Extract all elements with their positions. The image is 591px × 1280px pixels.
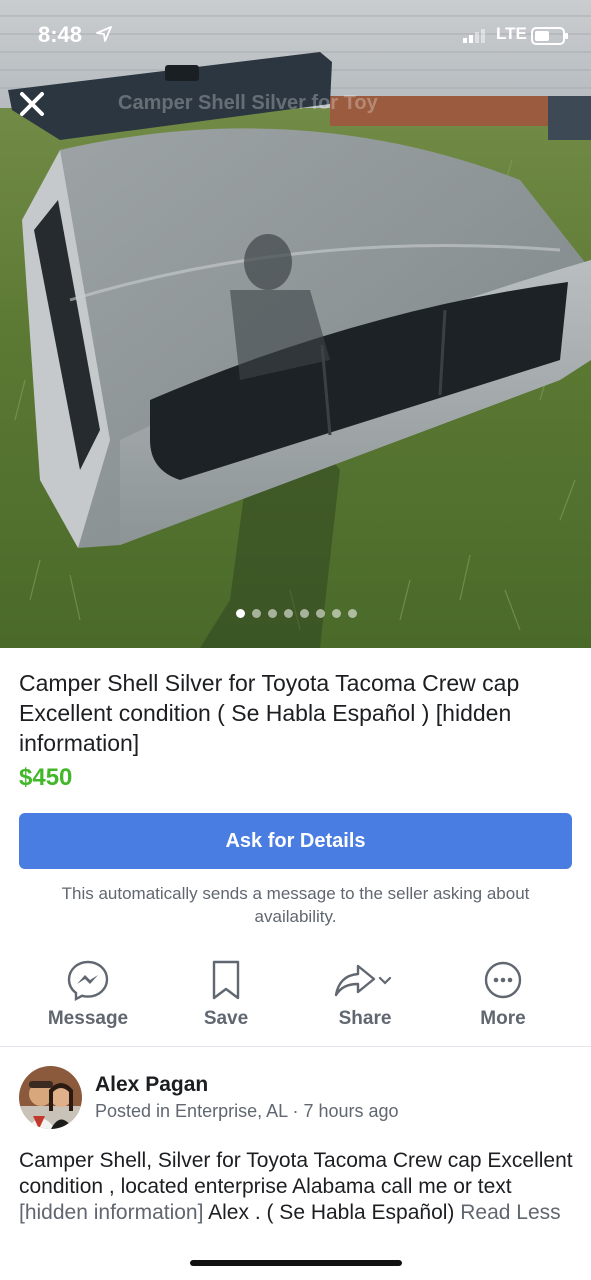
- hidden-information: [hidden information]: [19, 1201, 204, 1224]
- auto-message-note: This automatically sends a message to th…: [61, 884, 530, 926]
- save-label: Save: [203, 1008, 249, 1029]
- share-arrow-icon: [334, 964, 392, 997]
- share-label: Share: [338, 1008, 392, 1029]
- action-row: Message Save Share More: [0, 958, 591, 1038]
- bookmark-icon: [212, 960, 240, 1000]
- carousel-dot[interactable]: [300, 609, 309, 618]
- location-arrow-icon: [96, 26, 112, 42]
- messenger-icon: [67, 960, 109, 1001]
- carousel-dots[interactable]: [236, 609, 357, 618]
- carousel-dot[interactable]: [348, 609, 357, 618]
- share-button[interactable]: Share: [305, 958, 425, 1038]
- carousel-dot[interactable]: [236, 609, 245, 618]
- listing-price: $450: [19, 764, 73, 791]
- seller-name[interactable]: Alex Pagan: [95, 1073, 208, 1097]
- carousel-dot[interactable]: [332, 609, 341, 618]
- carousel-dot[interactable]: [268, 609, 277, 618]
- listing-title: Camper Shell Silver for Toyota Tacoma Cr…: [19, 670, 520, 756]
- listing-photo[interactable]: 8:48 LTE Camper Shell Silver for Toy: [0, 0, 591, 648]
- message-label: Message: [47, 1008, 129, 1029]
- close-icon[interactable]: [14, 86, 50, 122]
- read-less-link[interactable]: Read Less: [460, 1201, 560, 1224]
- battery-icon: [531, 27, 568, 45]
- listing-description: Camper Shell, Silver for Toyota Tacoma C…: [19, 1148, 574, 1226]
- home-indicator: [190, 1260, 402, 1266]
- avatar[interactable]: [19, 1066, 82, 1129]
- description-text-end: Alex . ( Se Habla Español): [203, 1201, 461, 1224]
- more-label: More: [480, 1008, 526, 1029]
- ask-for-details-button[interactable]: Ask for Details: [19, 813, 572, 869]
- carousel-dot[interactable]: [284, 609, 293, 618]
- status-time: 8:48: [38, 22, 83, 47]
- posted-info: Posted in Enterprise, AL · 7 hours ago: [95, 1101, 399, 1121]
- status-bar: 8:48 LTE: [0, 0, 591, 70]
- section-divider: [0, 1046, 591, 1047]
- more-button[interactable]: More: [443, 958, 563, 1038]
- photo-caption-overlay: Camper Shell Silver for Toy: [118, 92, 378, 114]
- carousel-dot[interactable]: [252, 609, 261, 618]
- message-button[interactable]: Message: [28, 958, 148, 1038]
- carousel-dot[interactable]: [316, 609, 325, 618]
- signal-icon: [463, 29, 485, 43]
- save-button[interactable]: Save: [166, 958, 286, 1038]
- more-icon: [484, 961, 522, 999]
- network-type: LTE: [496, 24, 527, 43]
- description-text: Camper Shell, Silver for Toyota Tacoma C…: [19, 1149, 573, 1198]
- seller-avatar-photo: [19, 1066, 82, 1129]
